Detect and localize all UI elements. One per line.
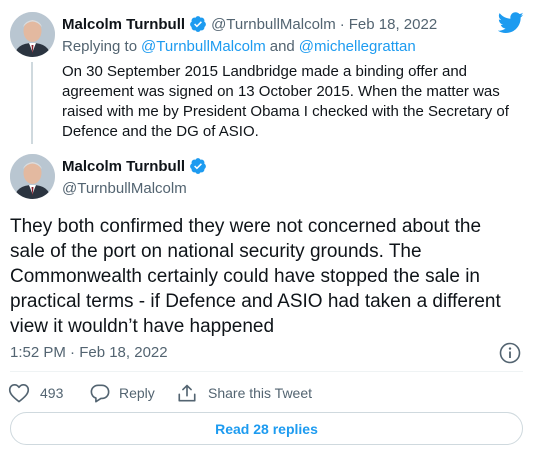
thread-line [31, 62, 33, 144]
read-replies-button[interactable]: Read 28 replies [10, 412, 523, 445]
tweet-timestamp[interactable]: 1:52 PM · Feb 18, 2022 [10, 344, 168, 361]
divider [10, 371, 523, 372]
author-name[interactable]: Malcolm Turnbull [62, 158, 185, 175]
verified-badge-icon [189, 157, 207, 175]
avatar[interactable] [10, 12, 55, 57]
reply-bubble-icon [90, 384, 110, 403]
main-tweet-header: Malcolm Turnbull [62, 157, 207, 175]
heart-icon [8, 384, 30, 403]
info-icon[interactable] [499, 342, 521, 364]
twitter-bird-icon[interactable] [497, 12, 524, 34]
replying-to-mention[interactable]: @michellegrattan [299, 38, 416, 55]
replying-to-mention[interactable]: @TurnbullMalcolm [141, 38, 266, 55]
read-replies-label: Read 28 replies [215, 420, 318, 437]
replying-to-label: Replying to [62, 38, 138, 55]
author-handle[interactable]: @TurnbullMalcolm [62, 180, 187, 197]
avatar[interactable] [10, 154, 55, 199]
reply-tweet-text: On 30 September 2015 Landbridge made a b… [62, 63, 509, 140]
share-label: Share this Tweet [208, 385, 313, 401]
share-button[interactable]: Share this Tweet [176, 382, 312, 404]
reply-label: Reply [119, 385, 155, 401]
like-count: 493 [40, 385, 64, 401]
author-handle[interactable]: @TurnbullMalcolm [211, 16, 336, 33]
separator-dot: · [339, 15, 345, 33]
replying-to-and: and [269, 38, 295, 55]
replying-to-line: Replying to @TurnbullMalcolm and @michel… [62, 38, 416, 55]
reply-button[interactable]: Reply [89, 382, 155, 404]
reply-tweet-header: Malcolm Turnbull @TurnbullMalcolm · Feb … [62, 15, 437, 33]
author-name[interactable]: Malcolm Turnbull [62, 16, 185, 33]
like-button[interactable]: 493 [8, 382, 63, 404]
verified-badge-icon [189, 15, 207, 33]
share-icon [178, 384, 196, 402]
main-tweet-text: They both confirmed they were not concer… [10, 216, 501, 337]
tweet-date[interactable]: Feb 18, 2022 [349, 16, 437, 33]
